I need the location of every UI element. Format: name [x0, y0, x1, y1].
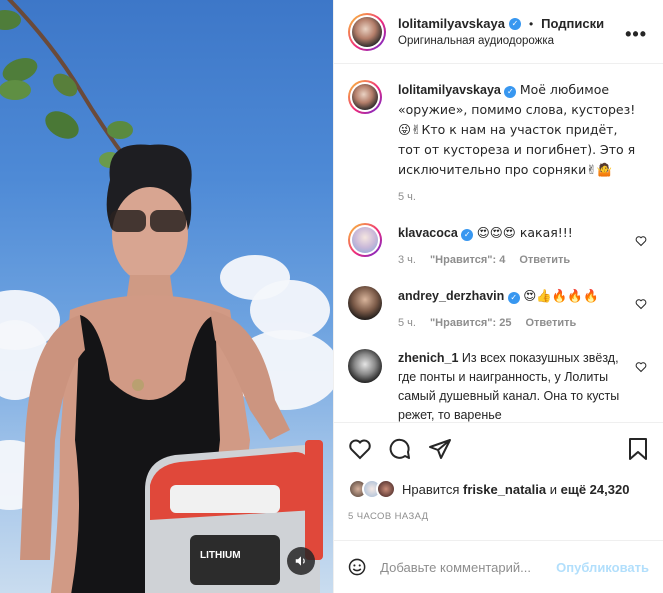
commenter-avatar[interactable]: [348, 349, 382, 383]
comment-time[interactable]: 3 ч.: [398, 251, 416, 270]
liker-username[interactable]: friske_natalia: [463, 482, 546, 497]
mute-sound-button[interactable]: [287, 547, 315, 575]
comment-text: 😍👍🔥🔥🔥: [523, 288, 599, 303]
comment-likes[interactable]: "Нравится": 25: [430, 314, 511, 333]
comment-username[interactable]: klavacoca: [398, 226, 458, 240]
author-avatar[interactable]: [348, 80, 382, 114]
post-actions: Нравится friske_natalia и ещё 24,320 5 ч…: [334, 422, 663, 542]
post-time[interactable]: 5 часов назад: [348, 511, 649, 522]
author-avatar[interactable]: [348, 12, 386, 51]
heart-icon[interactable]: [348, 437, 372, 461]
comment-username[interactable]: andrey_derzhavin: [398, 289, 504, 303]
comment-item: klavacoca ✓ 😍😍😍 какая!!! 3 ч. "Нравится"…: [348, 223, 649, 270]
post-header: lolitamilyavskaya ✓ • Подписки Оригиналь…: [334, 0, 663, 64]
sound-icon: [295, 556, 305, 566]
comment-item: zhenich_1 Из всех показушных звёзд, где …: [348, 349, 649, 422]
likes-count[interactable]: ещё 24,320: [561, 482, 630, 497]
post-side-panel: lolitamilyavskaya ✓ • Подписки Оригиналь…: [333, 0, 663, 593]
author-username[interactable]: lolitamilyavskaya: [398, 16, 505, 31]
publish-button[interactable]: Опубликовать: [556, 560, 649, 575]
likes-prefix: Нравится: [402, 481, 460, 497]
verified-icon: ✓: [507, 291, 520, 304]
instagram-post: LITHIUM lolitamilyavskaya ✓ • Подписки О…: [0, 0, 663, 593]
comment-username[interactable]: zhenich_1: [398, 351, 458, 365]
reply-button[interactable]: Ответить: [525, 314, 576, 333]
comment-likes[interactable]: "Нравится": 4: [430, 251, 505, 270]
commenter-avatar[interactable]: [348, 223, 382, 257]
comment-input[interactable]: [380, 559, 557, 575]
post-video[interactable]: LITHIUM: [0, 0, 333, 593]
comments-list[interactable]: lolitamilyavskaya ✓ Моё любимое «оружие»…: [334, 64, 663, 422]
add-comment-bar: Опубликовать: [334, 540, 663, 593]
likes-and: и: [549, 481, 557, 497]
emoji-icon[interactable]: [348, 555, 366, 579]
caption-username[interactable]: lolitamilyavskaya: [398, 83, 501, 97]
commenter-avatar[interactable]: [348, 286, 382, 320]
following-button[interactable]: Подписки: [541, 16, 604, 31]
comment-item: andrey_derzhavin ✓ 😍👍🔥🔥🔥 5 ч. "Нравится"…: [348, 286, 649, 333]
original-audio-link[interactable]: Оригинальная аудиодорожка: [398, 35, 604, 47]
likes-summary: Нравится friske_natalia и ещё 24,320: [348, 479, 649, 499]
heart-icon[interactable]: [635, 235, 647, 247]
svg-text:LITHIUM: LITHIUM: [200, 550, 241, 561]
separator-dot: •: [528, 16, 534, 31]
caption-time[interactable]: 5 ч.: [398, 188, 416, 207]
bookmark-icon[interactable]: [627, 437, 649, 461]
heart-icon[interactable]: [635, 361, 647, 373]
reply-button[interactable]: Ответить: [519, 251, 570, 270]
verified-icon: ✓: [504, 85, 517, 98]
heart-icon[interactable]: [635, 298, 647, 310]
liker-avatar[interactable]: [376, 479, 396, 499]
comment-time[interactable]: 5 ч.: [398, 314, 416, 333]
caption: lolitamilyavskaya ✓ Моё любимое «оружие»…: [348, 80, 649, 207]
comment-icon[interactable]: [388, 437, 412, 461]
more-icon[interactable]: •••: [625, 24, 647, 45]
share-icon[interactable]: [428, 437, 452, 461]
verified-icon: ✓: [508, 17, 521, 30]
comment-text: 😍😍😍 какая!!!: [476, 225, 573, 240]
verified-icon: ✓: [461, 228, 474, 241]
